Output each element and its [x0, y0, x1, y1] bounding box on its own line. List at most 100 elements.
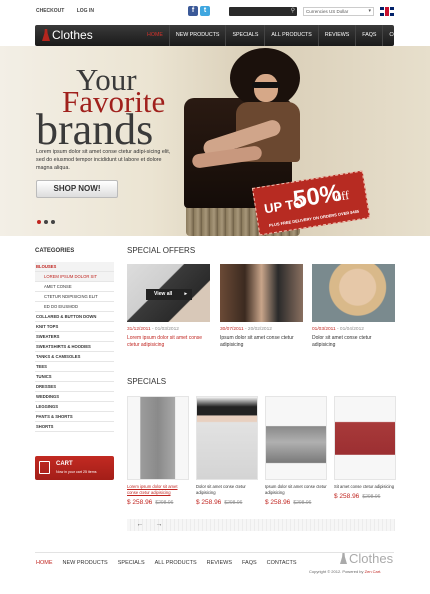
offer-text[interactable]: Ipsum dolor sit amet conse ctetur adipis… [220, 335, 303, 349]
special-offers-title: SPECIAL OFFERS [127, 246, 196, 255]
category-item[interactable]: BLOUSES [35, 262, 114, 272]
hero-text: Lorem ipsum dolor sit amet conse ctetur … [36, 149, 171, 171]
arrow-right-icon: ▸ [184, 291, 187, 297]
nav-reviews[interactable]: REVIEWS [317, 25, 355, 46]
footer-nav: HOME NEW PRODUCTS SPECIALS ALL PRODUCTS … [36, 560, 297, 566]
nav-all-products[interactable]: ALL PRODUCTS [264, 25, 317, 46]
arrow-right-icon[interactable]: → [154, 519, 164, 531]
slider-dot[interactable] [37, 220, 41, 224]
category-item[interactable]: COLLARED & BUTTON DOWN [35, 312, 114, 322]
product-title[interactable]: Ipsum dolor sit amet conse ctetur adipis… [265, 484, 327, 496]
category-item[interactable]: WEDDINGS [35, 392, 114, 402]
offer-text[interactable]: Dolor sit amet conse ctetur adipisicing [312, 335, 395, 349]
search-input[interactable]: ⚲ [229, 7, 297, 16]
old-price: $298.96 [155, 500, 174, 506]
checkout-link[interactable]: CHECKOUT [36, 8, 64, 14]
product-card[interactable]: Sit amet conse ctetur adipisicing $ 258.… [334, 396, 396, 500]
footer-logo[interactable]: Clothes [340, 551, 393, 566]
offer-card[interactable]: 30/07/2011 - 20/02/2012 Ipsum dolor sit … [220, 264, 303, 349]
nav-home[interactable]: HOME [141, 25, 169, 46]
category-item[interactable]: TUNICS [35, 372, 114, 382]
category-item[interactable]: TANKS & CAMISOLES [35, 352, 114, 362]
social-links: f t [188, 6, 210, 16]
category-item[interactable]: SWEATERS [35, 332, 114, 342]
facebook-icon[interactable]: f [188, 6, 198, 16]
footer-new-products[interactable]: NEW PRODUCTS [63, 560, 108, 566]
nav-specials[interactable]: SPECIALS [225, 25, 264, 46]
category-item[interactable]: SHORTS [35, 422, 114, 432]
category-item[interactable]: LEGGINGS [35, 402, 114, 412]
view-all-label: View all [154, 291, 173, 297]
footer-all-products[interactable]: ALL PRODUCTS [155, 560, 197, 566]
currency-select[interactable]: Currencies US Dollar ▾ [303, 7, 374, 16]
product-image[interactable] [265, 396, 327, 480]
dress-icon [340, 553, 347, 564]
category-item[interactable]: LOREM IPSUM DOLOR SIT [35, 272, 114, 282]
slider-dot[interactable] [44, 220, 48, 224]
search-icon[interactable]: ⚲ [291, 7, 295, 16]
category-item[interactable]: TEES [35, 362, 114, 372]
specials-title: SPECIALS [127, 377, 167, 386]
account-links: CHECKOUT LOG IN [36, 8, 105, 14]
top-bar: CHECKOUT LOG IN f t ⚲ Currencies US Doll… [0, 0, 430, 22]
twitter-icon[interactable]: t [200, 6, 210, 16]
category-item[interactable]: ED DO EIUSMOD [35, 302, 114, 312]
zen-cart-link[interactable]: Zen Cart. [365, 569, 382, 574]
nav-faqs[interactable]: FAQS [355, 25, 382, 46]
product-card[interactable]: Ipsum dolor sit amet conse ctetur adipis… [265, 396, 327, 506]
offer-date: 01/03/2011 - 01/04/2012 [312, 327, 364, 332]
offer-image[interactable] [220, 264, 303, 322]
offer-card[interactable]: 31/12/2011 - 01/03/2012 Lorem ipsum dolo… [127, 264, 210, 349]
offer-card[interactable]: 01/03/2011 - 01/04/2012 Dolor sit amet c… [312, 264, 395, 349]
uk-flag-icon[interactable] [380, 7, 394, 16]
offer-date: 31/12/2011 - 01/03/2012 [127, 327, 179, 332]
footer-logo-text: Clothes [349, 551, 394, 566]
product-price: $ 258.96 $298.96 [334, 493, 381, 500]
footer-contacts[interactable]: CONTACTS [267, 560, 297, 566]
main-nav: Clothes HOME NEW PRODUCTS SPECIALS ALL P… [35, 25, 418, 46]
footer-reviews[interactable]: REVIEWS [207, 560, 232, 566]
hero-banner: Your Favorite brands Lorem ipsum dolor s… [0, 46, 430, 236]
nav-contacts[interactable]: CONTACTS [382, 25, 424, 46]
product-image[interactable] [334, 396, 396, 480]
footer-specials[interactable]: SPECIALS [118, 560, 145, 566]
product-image[interactable] [127, 396, 189, 480]
login-link[interactable]: LOG IN [77, 8, 94, 14]
category-item[interactable]: PANTS & SHORTS [35, 412, 114, 422]
product-image[interactable] [196, 396, 258, 480]
category-item[interactable]: DRESSES [35, 382, 114, 392]
nav-items: HOME NEW PRODUCTS SPECIALS ALL PRODUCTS … [141, 25, 424, 46]
site-logo[interactable]: Clothes [42, 28, 93, 42]
product-price: $ 258.96 $298.96 [265, 499, 312, 506]
product-price: $ 258.96 $298.96 [196, 499, 243, 506]
cart-title: CART [56, 461, 73, 467]
category-item[interactable]: CTETUR NDIPISICING ELIT [35, 292, 114, 302]
category-item[interactable]: KNIT TOPS [35, 322, 114, 332]
carousel-controls: ← → [127, 519, 395, 531]
product-title[interactable]: Dolor sit amet conse ctetur adipisicing [196, 484, 258, 496]
shop-now-button[interactable]: SHOP NOW! [36, 180, 118, 198]
offer-text[interactable]: Lorem ipsum dolor sit amet conse ctetur … [127, 335, 210, 349]
footer-faqs[interactable]: FAQS [242, 560, 257, 566]
nav-new-products[interactable]: NEW PRODUCTS [168, 25, 226, 46]
slider-dot[interactable] [51, 220, 55, 224]
offer-image[interactable] [312, 264, 395, 322]
shopping-bag-icon [39, 461, 50, 474]
slider-dots [37, 220, 55, 224]
cart-summary: Now in your cart 25 items [56, 470, 97, 474]
footer-home[interactable]: HOME [36, 560, 53, 566]
sidebar: CATEGORIES BLOUSES LOREM IPSUM DOLOR SIT… [35, 244, 114, 480]
category-item[interactable]: SWEATSHIRTS & HOODIES [35, 342, 114, 352]
view-all-button[interactable]: View all ▸ [146, 289, 192, 300]
product-card[interactable]: Dolor sit amet conse ctetur adipisicing … [196, 396, 258, 506]
badge-off: off [334, 188, 351, 205]
category-item[interactable]: AMET CONSE [35, 282, 114, 292]
cart-box[interactable]: CART Now in your cart 25 items [35, 456, 114, 480]
product-title[interactable]: Lorem ipsum dolor sit amet conse ctetur … [127, 484, 189, 496]
hero-heading-brands: brands [36, 105, 154, 154]
arrow-left-icon[interactable]: ← [135, 519, 145, 531]
product-title[interactable]: Sit amet conse ctetur adipisicing [334, 484, 396, 490]
product-card[interactable]: Lorem ipsum dolor sit amet conse ctetur … [127, 396, 189, 506]
dress-icon [42, 29, 50, 41]
old-price: $298.96 [224, 500, 243, 506]
